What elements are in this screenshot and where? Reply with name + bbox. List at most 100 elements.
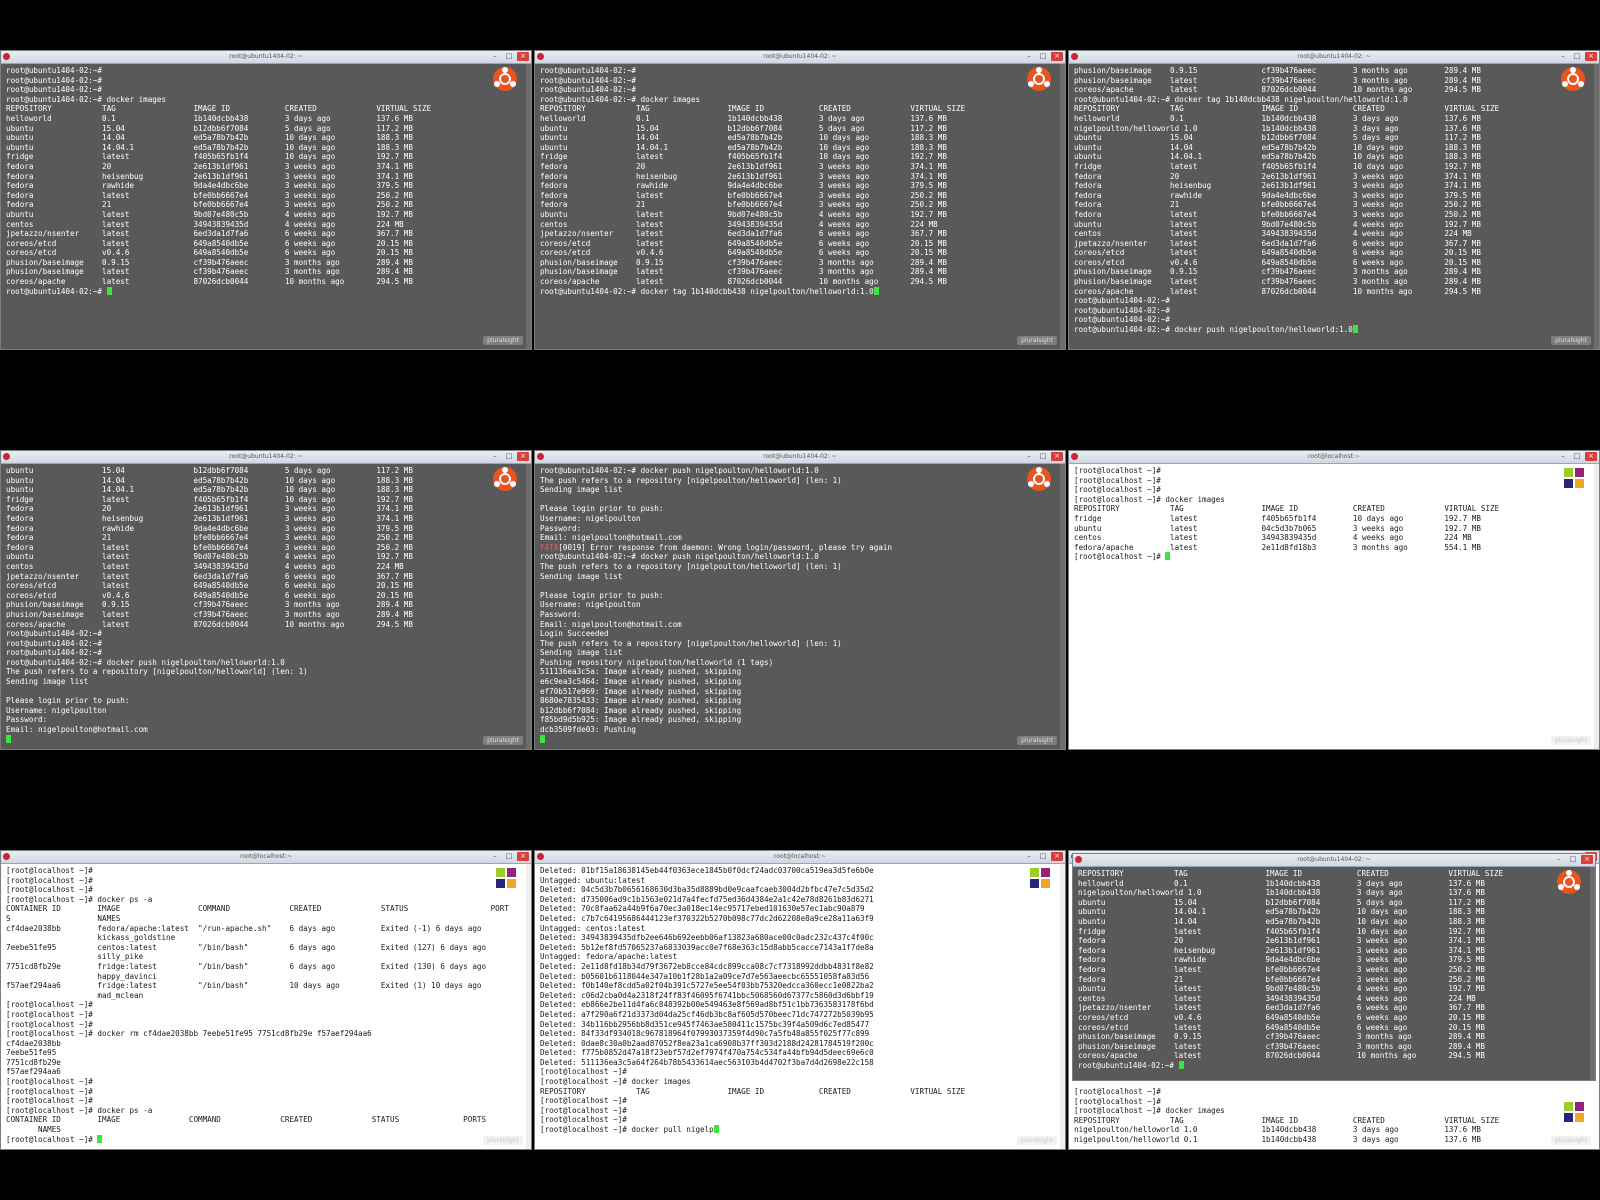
window-title: root@ubuntu1404-02: ~ bbox=[229, 53, 303, 60]
terminal-window-9-overlay[interactable]: root@ubuntu1404-02: ~ – □ × REPOSITORY TAG… bbox=[1072, 853, 1596, 1081]
window-title: root@ubuntu1404-02: ~ bbox=[1297, 856, 1371, 863]
pluralsight-watermark: pluralsight bbox=[1551, 336, 1591, 345]
terminal-output[interactable]: root@ubuntu1404-02:~# docker push nigelp… bbox=[540, 466, 1045, 745]
scrollbar[interactable] bbox=[526, 864, 531, 1149]
ubuntu-logo-icon bbox=[1027, 467, 1051, 491]
pluralsight-watermark: pluralsight bbox=[483, 736, 523, 745]
minimize-button[interactable]: – bbox=[489, 452, 501, 461]
ubuntu-logo-icon bbox=[1557, 870, 1581, 894]
window-title: root@localhost:~ bbox=[239, 853, 292, 860]
scrollbar[interactable] bbox=[1590, 867, 1595, 1080]
title-bar[interactable]: root@localhost:~ –□× bbox=[1069, 451, 1599, 464]
maximize-button[interactable]: □ bbox=[503, 52, 515, 61]
maximize-button[interactable]: □ bbox=[503, 452, 515, 461]
title-bar[interactable]: root@ubuntu1404-02: ~ – □ × bbox=[1073, 854, 1595, 867]
minimize-button[interactable]: – bbox=[1553, 855, 1565, 864]
text-cursor bbox=[6, 734, 11, 743]
close-button[interactable]: × bbox=[1585, 452, 1597, 461]
pluralsight-watermark: pluralsight bbox=[483, 336, 523, 345]
terminal-output[interactable]: root@ubuntu1404-02:~# root@ubuntu1404-02… bbox=[540, 66, 1045, 345]
close-button[interactable]: × bbox=[517, 852, 529, 861]
centos-logo-icon bbox=[1029, 867, 1051, 889]
minimize-button[interactable]: – bbox=[1023, 452, 1035, 461]
maximize-button[interactable]: □ bbox=[1567, 855, 1579, 864]
maximize-button[interactable]: □ bbox=[1571, 452, 1583, 461]
terminal-window-2[interactable]: root@ubuntu1404-02: ~ – □ × root@ubuntu140… bbox=[534, 50, 1066, 350]
pluralsight-watermark: pluralsight bbox=[1017, 336, 1057, 345]
pluralsight-watermark: pluralsight bbox=[1551, 736, 1591, 745]
scrollbar[interactable] bbox=[1060, 864, 1065, 1149]
close-button[interactable]: × bbox=[517, 452, 529, 461]
window-title: root@ubuntu1404-02: ~ bbox=[1297, 53, 1371, 60]
window-title: root@ubuntu1404-02: ~ bbox=[763, 453, 837, 460]
maximize-button[interactable]: □ bbox=[1037, 52, 1049, 61]
close-button[interactable]: × bbox=[1051, 452, 1063, 461]
centos-logo-icon bbox=[1563, 1101, 1585, 1123]
title-bar[interactable]: root@ubuntu1404-02: ~ – □ × bbox=[1, 451, 531, 464]
text-cursor bbox=[97, 1134, 103, 1143]
close-button[interactable]: × bbox=[517, 52, 529, 61]
minimize-button[interactable]: – bbox=[1023, 52, 1035, 61]
maximize-button[interactable]: □ bbox=[503, 852, 515, 861]
terminal-output[interactable]: phusion/baseimage 0.9.15 cf39b476aeec 3 … bbox=[1074, 66, 1579, 345]
window-title: root@localhost:~ bbox=[773, 853, 826, 860]
title-bar[interactable]: root@ubuntu1404-02: ~ – □ × bbox=[535, 51, 1065, 64]
minimize-button[interactable]: – bbox=[489, 52, 501, 61]
close-button[interactable]: × bbox=[1051, 852, 1063, 861]
minimize-button[interactable]: – bbox=[1557, 452, 1569, 461]
terminal-output[interactable]: REPOSITORY TAG IMAGE ID CREATED VIRTUAL … bbox=[1078, 869, 1575, 1076]
title-bar[interactable]: root@ubuntu1404-02: ~ – □ × bbox=[535, 451, 1065, 464]
fatal-error-tag: FATA bbox=[540, 542, 559, 552]
minimize-button[interactable]: – bbox=[1023, 852, 1035, 861]
maximize-button[interactable]: □ bbox=[1037, 852, 1049, 861]
text-cursor bbox=[1352, 325, 1358, 334]
title-bar[interactable]: root@ubuntu1404-02: ~ – □ × bbox=[1, 51, 531, 64]
close-button[interactable]: × bbox=[1585, 52, 1597, 61]
maximize-button[interactable]: □ bbox=[1037, 452, 1049, 461]
ubuntu-logo-icon bbox=[1561, 67, 1585, 91]
title-bar[interactable]: root@localhost:~ –□× bbox=[1, 851, 531, 864]
terminal-window-5[interactable]: root@ubuntu1404-02: ~ – □ × root@ubuntu140… bbox=[534, 450, 1066, 750]
terminal-output[interactable]: [root@localhost ~]# [root@localhost ~]# … bbox=[1074, 466, 1579, 745]
terminal-output[interactable]: [root@localhost ~]# [root@localhost ~]# … bbox=[1074, 1087, 1579, 1145]
terminal-output[interactable]: Deleted: 01bf15a18638145eb44f0363ece1845… bbox=[540, 866, 1045, 1145]
scrollbar[interactable] bbox=[1594, 464, 1599, 749]
window-title: root@ubuntu1404-02: ~ bbox=[763, 53, 837, 60]
scrollbar[interactable] bbox=[526, 64, 531, 349]
terminal-output[interactable]: ubuntu 15.04 b12dbb6f7084 5 days ago 117… bbox=[6, 466, 511, 745]
scrollbar[interactable] bbox=[526, 464, 531, 749]
pluralsight-watermark: pluralsight bbox=[1017, 736, 1057, 745]
terminal-window-8[interactable]: root@localhost:~ – □ × Deleted: 01bf15a186… bbox=[534, 850, 1066, 1150]
terminal-window-4[interactable]: root@ubuntu1404-02: ~ – □ × ubuntu 15.04 b… bbox=[0, 450, 532, 750]
pluralsight-watermark: pluralsight bbox=[483, 1136, 523, 1145]
close-button[interactable]: × bbox=[1051, 52, 1063, 61]
terminal-window-6[interactable]: root@localhost:~ – □ × [root@localhost ~]#… bbox=[1068, 450, 1600, 750]
ubuntu-logo-icon bbox=[493, 467, 517, 491]
terminal-window-3[interactable]: root@ubuntu1404-02: ~ – □ × phusion/baseim… bbox=[1068, 50, 1600, 350]
text-cursor bbox=[873, 286, 879, 295]
text-cursor bbox=[106, 286, 112, 295]
centos-logo-icon bbox=[495, 867, 517, 889]
title-bar[interactable]: root@localhost:~ –□× bbox=[535, 851, 1065, 864]
window-title: root@localhost:~ bbox=[1307, 453, 1360, 460]
close-button[interactable]: × bbox=[1581, 855, 1593, 864]
centos-logo-icon bbox=[1563, 467, 1585, 489]
scrollbar[interactable] bbox=[1060, 64, 1065, 349]
terminal-output[interactable]: [root@localhost ~]# [root@localhost ~]# … bbox=[6, 866, 511, 1145]
scrollbar[interactable] bbox=[1594, 64, 1599, 349]
text-cursor bbox=[1165, 552, 1171, 561]
terminal-output[interactable]: root@ubuntu1404-02:~# root@ubuntu1404-02… bbox=[6, 66, 511, 345]
terminal-window-7[interactable]: root@localhost:~ – □ × [root@localhost ~]#… bbox=[0, 850, 532, 1150]
scrollbar[interactable] bbox=[1060, 464, 1065, 749]
text-cursor bbox=[713, 1125, 719, 1134]
text-cursor bbox=[540, 734, 545, 743]
title-bar[interactable]: root@ubuntu1404-02: ~ – □ × bbox=[1069, 51, 1599, 64]
window-title: root@ubuntu1404-02: ~ bbox=[229, 453, 303, 460]
minimize-button[interactable]: – bbox=[1557, 52, 1569, 61]
maximize-button[interactable]: □ bbox=[1571, 52, 1583, 61]
pluralsight-watermark: pluralsight bbox=[1551, 1136, 1591, 1145]
terminal-window-1[interactable]: root@ubuntu1404-02: ~ – □ × root@ubuntu140… bbox=[0, 50, 532, 350]
minimize-button[interactable]: – bbox=[489, 852, 501, 861]
text-cursor bbox=[1178, 1060, 1184, 1069]
ubuntu-logo-icon bbox=[493, 67, 517, 91]
